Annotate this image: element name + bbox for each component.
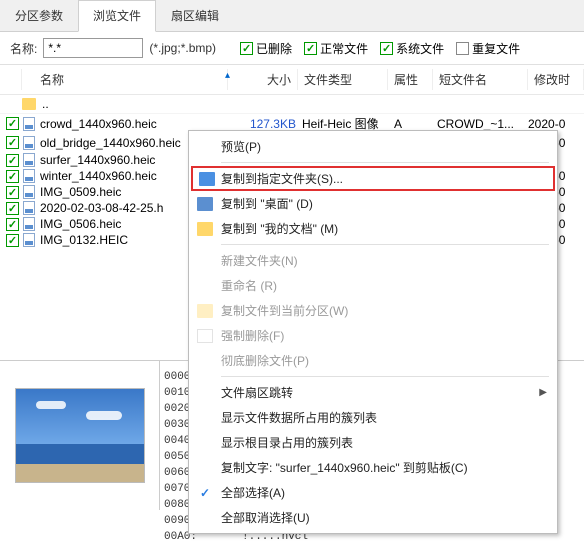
col-size[interactable]: 大小 xyxy=(228,69,298,90)
folder-icon xyxy=(197,304,213,318)
menu-sector-jump[interactable]: 文件扇区跳转▶ xyxy=(191,380,555,405)
filter-bar: 名称: (*.jpg;*.bmp) ✓已删除 ✓正常文件 ✓系统文件 ✓重复文件 xyxy=(0,32,584,65)
row-checkbox[interactable]: ✓ xyxy=(6,117,19,130)
file-icon xyxy=(23,217,35,231)
folder-icon xyxy=(22,98,36,110)
row-checkbox[interactable]: ✓ xyxy=(6,202,19,215)
menu-select-all[interactable]: ✓全部选择(A) xyxy=(191,480,555,505)
chk-system[interactable]: ✓系统文件 xyxy=(380,40,444,57)
col-attr[interactable]: 属性 xyxy=(388,69,433,90)
column-headers: 名称 ▴ 大小 文件类型 属性 短文件名 修改时 xyxy=(0,65,584,95)
menu-copy-to-folder[interactable]: 复制到指定文件夹(S)... xyxy=(191,166,555,191)
parent-folder-row[interactable]: .. xyxy=(0,95,584,114)
menu-show-root-clusters[interactable]: 显示根目录占用的簇列表 xyxy=(191,430,555,455)
row-checkbox[interactable]: ✓ xyxy=(6,136,19,149)
parent-folder-label: .. xyxy=(42,97,49,111)
folder-arrow-icon xyxy=(199,172,215,186)
chk-deleted[interactable]: ✓已删除 xyxy=(240,40,292,57)
row-checkbox[interactable]: ✓ xyxy=(6,170,19,183)
col-mod[interactable]: 修改时 xyxy=(528,69,584,90)
file-size: 127.3KB xyxy=(228,117,296,131)
file-icon xyxy=(23,117,35,131)
chk-normal[interactable]: ✓正常文件 xyxy=(304,40,368,57)
folder-icon xyxy=(197,222,213,236)
filter-input[interactable] xyxy=(43,38,143,58)
submenu-arrow-icon: ▶ xyxy=(539,387,547,398)
context-menu: 预览(P) 复制到指定文件夹(S)... 复制到 "桌面" (D) 复制到 "我… xyxy=(188,130,558,534)
thumbnail-pane xyxy=(0,361,160,510)
file-name: crowd_1440x960.heic xyxy=(40,117,228,131)
menu-deselect-all[interactable]: 全部取消选择(U) xyxy=(191,505,555,530)
sort-indicator-icon: ▴ xyxy=(225,70,230,81)
desktop-icon xyxy=(197,197,213,211)
row-checkbox[interactable]: ✓ xyxy=(6,218,19,231)
menu-rename: 重命名 (R) xyxy=(191,273,555,298)
menu-copy-text[interactable]: 复制文字: "surfer_1440x960.heic" 到剪贴板(C) xyxy=(191,455,555,480)
file-attr: A xyxy=(388,117,433,131)
tab-sector-edit[interactable]: 扇区编辑 xyxy=(156,0,234,31)
col-type[interactable]: 文件类型 xyxy=(298,69,388,90)
row-checkbox[interactable]: ✓ xyxy=(6,186,19,199)
menu-show-clusters[interactable]: 显示文件数据所占用的簇列表 xyxy=(191,405,555,430)
menu-copy-to-desktop[interactable]: 复制到 "桌面" (D) xyxy=(191,191,555,216)
file-icon xyxy=(23,136,35,150)
image-thumbnail[interactable] xyxy=(15,388,145,483)
filter-label: 名称: xyxy=(10,40,37,57)
menu-thorough-delete: 彻底删除文件(P) xyxy=(191,348,555,373)
menu-preview[interactable]: 预览(P) xyxy=(191,134,555,159)
file-icon xyxy=(23,185,35,199)
file-icon xyxy=(197,329,213,343)
row-checkbox[interactable]: ✓ xyxy=(6,154,19,167)
file-modified: 2020-0 xyxy=(528,117,578,131)
check-icon: ✓ xyxy=(197,486,213,500)
file-icon xyxy=(23,201,35,215)
file-shortname: CROWD_~1... xyxy=(433,117,528,131)
filter-ext: (*.jpg;*.bmp) xyxy=(149,41,216,55)
menu-copy-to-partition: 复制文件到当前分区(W) xyxy=(191,298,555,323)
chk-dup[interactable]: ✓重复文件 xyxy=(456,40,520,57)
col-name[interactable]: 名称 xyxy=(22,69,228,90)
tab-browse[interactable]: 浏览文件 xyxy=(78,0,156,32)
menu-force-delete: 强制删除(F) xyxy=(191,323,555,348)
file-icon xyxy=(23,169,35,183)
menu-copy-to-docs[interactable]: 复制到 "我的文档" (M) xyxy=(191,216,555,241)
col-short[interactable]: 短文件名 xyxy=(433,69,528,90)
file-icon xyxy=(23,153,35,167)
row-checkbox[interactable]: ✓ xyxy=(6,234,19,247)
tab-bar: 分区参数 浏览文件 扇区编辑 xyxy=(0,0,584,32)
menu-new-folder: 新建文件夹(N) xyxy=(191,248,555,273)
file-icon xyxy=(23,233,35,247)
tab-partition[interactable]: 分区参数 xyxy=(0,0,78,31)
